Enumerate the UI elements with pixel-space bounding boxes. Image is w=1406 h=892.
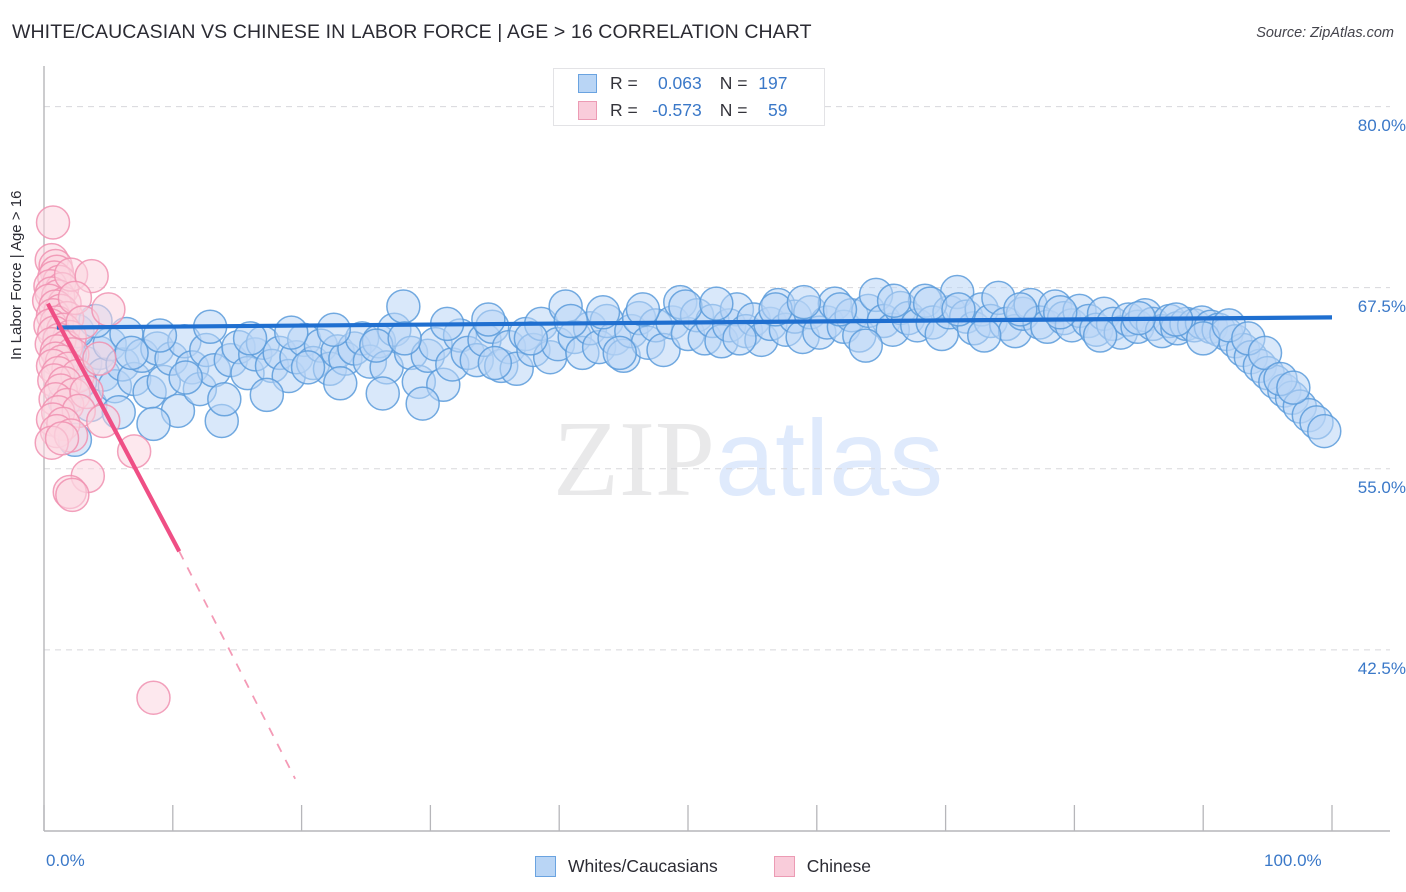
data-point <box>668 289 703 324</box>
data-point <box>136 680 171 715</box>
data-point <box>365 376 400 411</box>
stats-legend: R = 0.063 N = 197 R = -0.573 N = 59 <box>553 68 825 126</box>
data-point <box>55 477 90 513</box>
scatter-series-whites-caucasians <box>42 274 1342 458</box>
scatter-series-chinese <box>31 205 171 715</box>
legend-swatch-whites <box>578 74 597 93</box>
y-axis-tick-label: 67.5% <box>1357 296 1406 316</box>
data-point <box>44 421 80 456</box>
data-point <box>359 328 394 363</box>
data-point <box>386 289 421 324</box>
data-point <box>722 321 757 356</box>
data-point <box>477 345 513 381</box>
data-point <box>966 318 1002 353</box>
data-point <box>1276 370 1311 405</box>
legend-swatch-chinese <box>578 101 597 120</box>
data-point <box>1082 318 1118 353</box>
data-point <box>912 286 948 321</box>
legend-n-value-chinese: 59 <box>768 100 788 120</box>
series-swatch-chinese <box>773 855 795 877</box>
legend-r-value-whites: 0.063 <box>657 73 702 93</box>
legend-r-value-chinese: -0.573 <box>652 100 702 120</box>
data-point <box>316 312 352 347</box>
data-point <box>322 366 358 401</box>
y-axis-tick-label: 42.5% <box>1357 658 1406 678</box>
y-axis-tick-label: 55.0% <box>1357 477 1406 497</box>
stats-legend-row-whites: R = 0.063 N = 197 <box>554 69 824 98</box>
data-point <box>602 335 637 371</box>
data-point <box>513 321 549 356</box>
series-legend-item-whites[interactable]: Whites/Caucasians <box>534 855 718 877</box>
data-point <box>249 377 285 413</box>
data-point <box>1042 295 1078 330</box>
series-label-whites: Whites/Caucasians <box>567 855 718 876</box>
data-point <box>290 350 326 385</box>
legend-n-value-whites: 197 <box>758 73 788 93</box>
data-point <box>848 328 883 363</box>
data-point <box>699 286 734 321</box>
data-point <box>207 381 242 417</box>
data-point <box>142 318 178 353</box>
legend-r-label-whites: R = <box>610 73 638 93</box>
legend-n-label-whites: N = <box>719 73 748 93</box>
stats-legend-row-chinese: R = -0.573 N = 59 <box>554 96 824 125</box>
plot-canvas <box>31 66 1390 832</box>
legend-r-label-chinese: R = <box>610 100 638 120</box>
data-point <box>274 315 309 350</box>
trend-line-extension-chinese <box>178 550 296 780</box>
legend-n-label-chinese: N = <box>719 100 748 120</box>
series-legend: Whites/Caucasians Chinese <box>0 850 1406 882</box>
data-point <box>136 406 171 442</box>
data-point <box>91 292 126 327</box>
data-point <box>1307 413 1342 449</box>
data-point <box>82 341 117 376</box>
data-point <box>553 303 589 339</box>
y-axis-tick-label: 80.0% <box>1357 115 1406 135</box>
data-point <box>114 335 149 371</box>
data-point <box>786 284 822 320</box>
series-swatch-whites <box>534 855 556 877</box>
data-point <box>405 386 440 421</box>
data-point <box>876 283 912 318</box>
data-point <box>35 205 71 240</box>
correlation-chart: WHITE/CAUCASIAN VS CHINESE IN LABOR FORC… <box>0 0 1406 892</box>
series-legend-item-chinese[interactable]: Chinese <box>773 855 871 877</box>
data-point <box>168 360 203 395</box>
data-point <box>471 302 506 337</box>
series-label-chinese: Chinese <box>806 855 871 876</box>
